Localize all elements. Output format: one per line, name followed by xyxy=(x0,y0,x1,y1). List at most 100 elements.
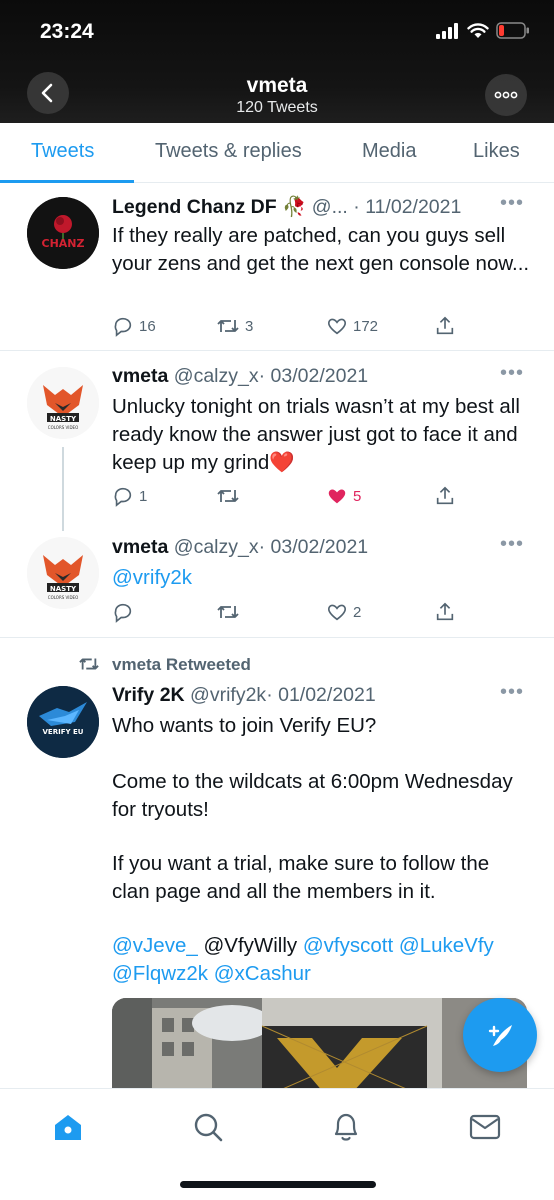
like-button[interactable]: 172 xyxy=(326,315,378,337)
tweet[interactable]: NASTY COLORS VIDEO vmeta @calzy_x· 03/02… xyxy=(0,521,554,637)
tweet-options-icon[interactable]: ••• xyxy=(500,192,524,215)
tweet-author-handle[interactable]: @vrify2k xyxy=(190,684,266,706)
tweet-text: Unlucky tonight on trials wasn’t at my b… xyxy=(112,395,520,474)
tab-media[interactable]: Media xyxy=(362,140,416,163)
nav-messages[interactable] xyxy=(465,1107,505,1147)
tweet-header: vmeta @calzy_x· 03/02/2021 xyxy=(112,365,526,388)
avatar[interactable]: NASTY COLORS VIDEO xyxy=(27,537,99,609)
mention-link[interactable]: @LukeVfy xyxy=(399,934,494,957)
tweet-header: Vrify 2K @vrify2k· 01/02/2021 xyxy=(112,684,526,707)
compose-tweet-button[interactable] xyxy=(463,998,537,1072)
tweet-text-line-2: Come to the wildcats at 6:00pm Wednesday… xyxy=(112,770,513,821)
tweet-author-name[interactable]: Legend Chanz DF 🥀 xyxy=(112,196,306,218)
tweet-options-icon[interactable]: ••• xyxy=(500,681,524,704)
mention-link[interactable]: @xCashur xyxy=(214,962,311,985)
like-count: 5 xyxy=(353,487,362,505)
share-button[interactable] xyxy=(434,485,456,507)
like-filled-icon xyxy=(328,489,346,504)
tweet-author-name[interactable]: Vrify 2K xyxy=(112,684,185,706)
avatar[interactable]: VERIFY EU xyxy=(27,686,99,758)
tweet-mention-link[interactable]: @vrify2k xyxy=(112,564,532,592)
profile-name: vmeta xyxy=(246,74,308,97)
home-indicator xyxy=(180,1181,376,1188)
mention-link[interactable]: @vJeve_ xyxy=(112,934,198,957)
avatar[interactable]: CHANZ xyxy=(27,197,99,269)
like-button[interactable]: 2 xyxy=(326,601,361,623)
share-icon xyxy=(436,486,454,505)
tweet-date: · 11/02/2021 xyxy=(353,196,462,218)
avatar-chanz-text: CHANZ xyxy=(42,237,85,250)
avatar-vrify-text: VERIFY EU xyxy=(43,728,84,736)
tweet-options-icon[interactable]: ••• xyxy=(500,362,524,385)
like-icon xyxy=(327,604,347,621)
reply-count: 1 xyxy=(139,487,148,505)
tab-tweets[interactable]: Tweets xyxy=(31,140,94,163)
tweet-author-handle[interactable]: @calzy_x xyxy=(174,365,259,387)
retweeted-icon xyxy=(79,658,99,670)
messages-icon xyxy=(469,1114,501,1140)
more-icon xyxy=(494,91,518,99)
avatar-vmeta-image: NASTY COLORS VIDEO xyxy=(27,367,99,439)
search-icon xyxy=(194,1113,223,1142)
notifications-icon xyxy=(334,1113,358,1141)
retweet-button[interactable] xyxy=(216,601,245,623)
wifi-icon xyxy=(467,22,489,38)
status-icons xyxy=(436,22,530,39)
mention-text[interactable]: @VfyWilly xyxy=(203,934,297,957)
home-icon xyxy=(55,1115,81,1140)
nav-notifications[interactable] xyxy=(326,1107,366,1147)
tweet-author-name[interactable]: vmeta xyxy=(112,365,168,387)
share-icon xyxy=(436,602,454,621)
retweet-button[interactable] xyxy=(216,485,245,507)
profile-header: 23:24 vmeta 120 Tweets xyxy=(0,0,554,123)
mention-link[interactable]: @vfyscott xyxy=(303,934,393,957)
nav-home[interactable] xyxy=(48,1107,88,1147)
nav-search[interactable] xyxy=(188,1107,228,1147)
retweet-icon xyxy=(217,320,239,332)
reply-icon xyxy=(114,487,132,507)
thread-connector xyxy=(62,447,64,531)
like-count: 172 xyxy=(353,317,379,335)
tab-likes[interactable]: Likes xyxy=(473,140,520,163)
tweet-options-icon[interactable]: ••• xyxy=(500,533,524,556)
tweet[interactable]: CHANZ Legend Chanz DF 🥀 @... · 11/02/202… xyxy=(0,184,554,350)
tweet-text-line-1: Who wants to join Verify EU? xyxy=(112,714,377,737)
tab-tweets-and-replies[interactable]: Tweets & replies xyxy=(155,140,302,163)
tweet-header: Legend Chanz DF 🥀 @... · 11/02/2021 xyxy=(112,195,526,219)
more-button[interactable] xyxy=(485,74,527,116)
tweet-text: If they really are patched, can you guys… xyxy=(112,224,530,275)
reply-button[interactable]: 1 xyxy=(112,485,147,507)
like-count: 2 xyxy=(353,603,362,621)
active-tab-indicator xyxy=(0,180,134,183)
reply-icon xyxy=(114,603,132,623)
mention-link[interactable]: @Flqwz2k xyxy=(112,962,208,985)
like-button[interactable]: 5 xyxy=(326,485,361,507)
share-button[interactable] xyxy=(434,315,456,337)
reply-icon xyxy=(114,317,132,337)
reply-button[interactable] xyxy=(112,601,139,623)
tweet-count: 120 Tweets xyxy=(236,99,318,116)
tweet-author-handle[interactable]: @... xyxy=(312,196,348,218)
tweet-date: · 03/02/2021 xyxy=(258,536,369,558)
retweet-button[interactable]: 3 xyxy=(216,315,253,337)
reply-button[interactable]: 16 xyxy=(112,315,156,337)
tweet[interactable]: NASTY COLORS VIDEO vmeta @calzy_x· 03/02… xyxy=(0,351,554,531)
status-time: 23:24 xyxy=(40,20,94,43)
retweet-icon xyxy=(217,606,239,618)
reply-count: 16 xyxy=(139,317,156,335)
avatar-vmeta-subtext: COLORS VIDEO xyxy=(48,595,78,600)
tweet-author-name[interactable]: vmeta xyxy=(112,536,168,558)
tweet-mentions: @vJeve_ @VfyWilly @vfyscott @LukeVfy @Fl… xyxy=(112,932,532,988)
avatar-vmeta-image: NASTY COLORS VIDEO xyxy=(27,537,99,609)
avatar-vmeta-text: NASTY xyxy=(50,585,77,593)
avatar-vmeta-subtext: COLORS VIDEO xyxy=(48,425,78,430)
avatar[interactable]: NASTY COLORS VIDEO xyxy=(27,367,99,439)
share-button[interactable] xyxy=(434,601,456,623)
battery-icon xyxy=(496,22,529,39)
retweet-label[interactable]: vmeta Retweeted xyxy=(112,655,251,675)
tweet-author-handle[interactable]: @calzy_x xyxy=(174,536,259,558)
profile-tabs: Tweets Tweets & replies Media Likes xyxy=(0,123,554,183)
avatar-chanz-image: CHANZ xyxy=(27,197,99,269)
tweet-actions: 16 3 172 xyxy=(112,315,472,339)
signal-icon xyxy=(436,22,458,39)
